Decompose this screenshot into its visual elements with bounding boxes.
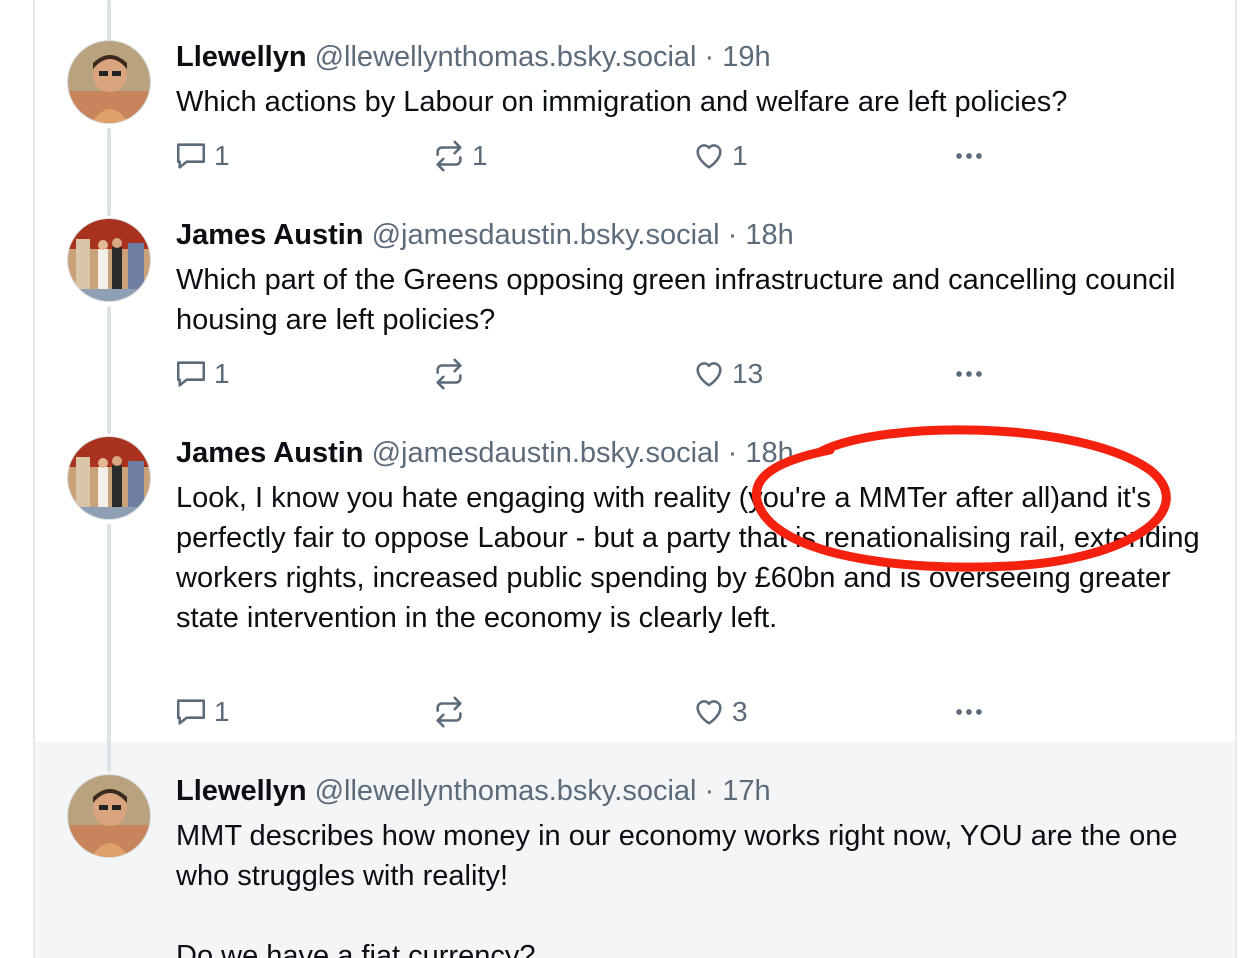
james-avatar-image [68, 437, 150, 519]
post-actions: 1 3 [174, 692, 1014, 732]
author-handle[interactable]: @llewellynthomas.bsky.social [315, 775, 697, 807]
post-text: Which part of the Greens opposing green … [176, 264, 1184, 336]
post-text: Look, I know you hate engaging with real… [176, 482, 1208, 634]
like-icon [696, 362, 722, 387]
post-time[interactable]: 17h [722, 775, 770, 807]
llewellyn-avatar-image [68, 775, 150, 857]
post-meta: Llewellyn @llewellynthomas.bsky.social ·… [176, 40, 771, 74]
like-icon [696, 700, 722, 725]
reply-count: 1 [214, 696, 230, 727]
repost-button[interactable]: 1 [432, 136, 488, 176]
meta-separator: · [727, 437, 738, 469]
reply-icon [176, 361, 206, 387]
meta-separator: · [704, 775, 715, 807]
llewellyn-avatar-image [68, 41, 150, 123]
meta-separator: · [704, 41, 715, 73]
column-border-right [1235, 0, 1237, 958]
thread-line [107, 128, 111, 216]
like-count: 1 [732, 140, 748, 171]
repost-icon [436, 140, 462, 172]
like-button[interactable]: 13 [692, 354, 763, 394]
more-icon [956, 709, 982, 715]
thread-view: Llewellyn @llewellynthomas.bsky.social ·… [0, 0, 1256, 958]
reply-count: 1 [214, 358, 230, 389]
post-meta: James Austin @jamesdaustin.bsky.social ·… [176, 218, 794, 252]
avatar[interactable] [67, 218, 151, 302]
post-time[interactable]: 18h [745, 219, 793, 251]
reply-button[interactable]: 1 [174, 692, 230, 732]
post-text: MMT describes how money in our economy w… [176, 820, 1178, 958]
reply-count: 1 [214, 140, 230, 171]
post-time[interactable]: 18h [745, 437, 793, 469]
more-icon [956, 153, 982, 159]
like-count: 3 [732, 696, 748, 727]
author-name[interactable]: Llewellyn [176, 41, 307, 73]
thread-line [107, 0, 111, 42]
meta-separator: · [727, 219, 738, 251]
repost-button[interactable] [432, 692, 472, 732]
more-options-button[interactable] [952, 692, 986, 732]
post-text: Which actions by Labour on immigration a… [176, 86, 1068, 118]
thread-line [107, 306, 111, 434]
avatar[interactable] [67, 774, 151, 858]
repost-icon [436, 696, 462, 728]
author-name[interactable]: James Austin [176, 437, 364, 469]
author-name[interactable]: Llewellyn [176, 775, 307, 807]
post-meta: Llewellyn @llewellynthomas.bsky.social ·… [176, 774, 771, 808]
like-count: 13 [732, 358, 764, 389]
author-handle[interactable]: @llewellynthomas.bsky.social [315, 41, 697, 73]
repost-icon [436, 358, 462, 390]
more-options-button[interactable] [952, 354, 986, 394]
james-avatar-image [68, 219, 150, 301]
post-time[interactable]: 19h [722, 41, 770, 73]
author-handle[interactable]: @jamesdaustin.bsky.social [372, 219, 720, 251]
repost-count: 1 [472, 140, 488, 171]
reply-button[interactable]: 1 [174, 354, 230, 394]
like-button[interactable]: 1 [692, 136, 748, 176]
author-name[interactable]: James Austin [176, 219, 364, 251]
post-actions: 1 13 [174, 354, 1014, 394]
more-icon [956, 371, 982, 377]
repost-button[interactable] [432, 354, 472, 394]
like-button[interactable]: 3 [692, 692, 748, 732]
reply-icon [176, 143, 206, 169]
thread-line [107, 524, 111, 772]
author-handle[interactable]: @jamesdaustin.bsky.social [372, 437, 720, 469]
avatar[interactable] [67, 436, 151, 520]
more-options-button[interactable] [952, 136, 986, 176]
post-meta: James Austin @jamesdaustin.bsky.social ·… [176, 436, 794, 470]
reply-button[interactable]: 1 [174, 136, 230, 176]
avatar[interactable] [67, 40, 151, 124]
post-actions: 1 1 1 [174, 136, 1014, 176]
like-icon [696, 144, 722, 169]
reply-icon [176, 699, 206, 725]
